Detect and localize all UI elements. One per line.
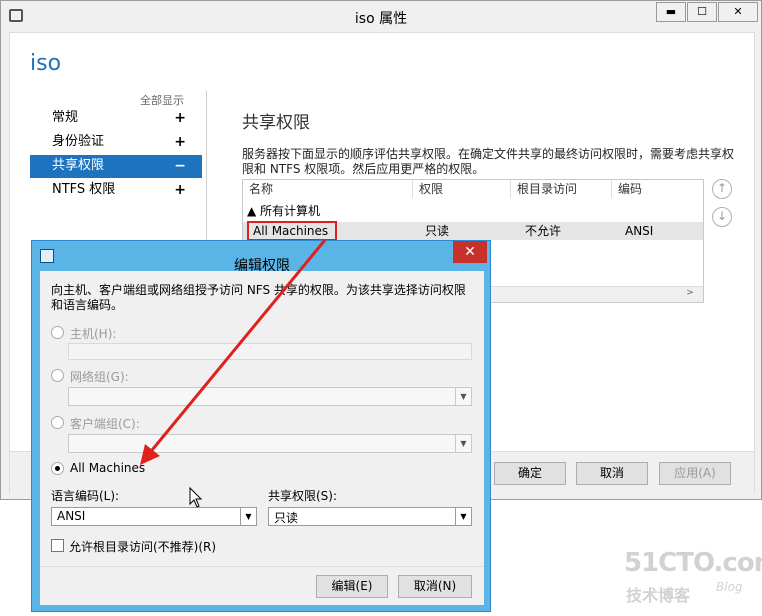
expand-icon: + <box>174 134 186 150</box>
chevron-down-icon: ▼ <box>455 388 471 405</box>
clientgroup-radio[interactable] <box>51 416 64 429</box>
row-encoding: ANSI <box>625 224 654 238</box>
minimize-button[interactable]: ▬ <box>656 2 686 22</box>
row-root-access: 不允许 <box>525 224 562 238</box>
sidebar-item-label: 身份验证 <box>52 134 105 149</box>
row-highlight-annotation <box>247 221 337 241</box>
chevron-down-icon: ▼ <box>240 508 256 525</box>
sidebar-item-label: 共享权限 <box>52 158 105 173</box>
sidebar-item-label: 常规 <box>52 110 79 125</box>
expand-icon: + <box>174 110 186 126</box>
sidebar-item-share-permissions[interactable]: 共享权限 − <box>30 155 202 178</box>
divider <box>40 566 484 567</box>
chevron-down-icon: ▼ <box>455 435 471 452</box>
host-label: 主机(H): <box>70 327 117 341</box>
allow-root-label: 允许根目录访问(不推荐)(R) <box>69 540 217 554</box>
encoding-value: ANSI <box>57 509 86 523</box>
watermark-logo: 51CTO.com <box>624 548 762 578</box>
scroll-right-icon[interactable]: > <box>679 288 701 302</box>
all-machines-label: All Machines <box>70 461 146 475</box>
window-title: iso 属性 <box>354 11 408 27</box>
dialog-body: 向主机、客户端组或网络组授予访问 NFS 共享的权限。为该共享选择访问权限和语言… <box>40 271 484 605</box>
dialog-cancel-button[interactable]: 取消(N) <box>398 575 472 598</box>
host-radio[interactable] <box>51 326 64 339</box>
maximize-button[interactable]: ☐ <box>687 2 717 22</box>
group-header[interactable]: ▲ 所有计算机 <box>247 202 320 219</box>
dialog-close-button[interactable]: ✕ <box>453 241 487 263</box>
section-title: 共享权限 <box>242 113 310 133</box>
share-heading: iso <box>30 51 62 76</box>
sidebar-item-ntfs-permissions[interactable]: NTFS 权限 + <box>30 179 202 202</box>
close-button[interactable]: ✕ <box>718 2 758 22</box>
move-down-icon[interactable]: ↓ <box>712 207 732 227</box>
clientgroup-combo[interactable]: ▼ <box>68 434 472 453</box>
watermark-subtitle: 技术博客 <box>626 586 691 605</box>
chevron-down-icon: ▼ <box>455 508 471 525</box>
netgroup-radio[interactable] <box>51 369 64 382</box>
share-permission-label: 共享权限(S): <box>268 489 338 503</box>
encoding-select[interactable]: ANSI ▼ <box>51 507 257 526</box>
all-machines-radio[interactable] <box>51 462 64 475</box>
column-header-name[interactable]: 名称 <box>243 180 413 198</box>
column-header-encoding[interactable]: 编码 <box>612 180 703 198</box>
allow-root-checkbox[interactable] <box>51 539 64 552</box>
move-up-icon[interactable]: ↑ <box>712 179 732 199</box>
cancel-button[interactable]: 取消 <box>576 462 648 485</box>
sidebar-item-general[interactable]: 常规 + <box>30 107 202 130</box>
title-bar: iso 属性 ▬ ☐ ✕ <box>1 1 761 32</box>
apply-button[interactable]: 应用(A) <box>659 462 731 485</box>
column-header-root-access[interactable]: 根目录访问 <box>511 180 612 198</box>
section-description: 服务器按下面显示的顺序评估共享权限。在确定文件共享的最终访问权限时，需要考虑共享… <box>242 147 735 176</box>
row-permission: 只读 <box>425 224 450 238</box>
host-input[interactable] <box>68 343 472 360</box>
share-permission-select[interactable]: 只读 ▼ <box>268 507 472 526</box>
edit-permissions-dialog: 编辑权限 ✕ 向主机、客户端组或网络组授予访问 NFS 共享的权限。为该共享选择… <box>31 240 491 612</box>
clientgroup-label: 客户端组(C): <box>70 417 140 431</box>
collapse-icon: − <box>174 158 186 174</box>
sidebar-item-authentication[interactable]: 身份验证 + <box>30 131 202 154</box>
netgroup-label: 网络组(G): <box>70 370 129 384</box>
expand-icon: + <box>174 182 186 198</box>
edit-button[interactable]: 编辑(E) <box>316 575 388 598</box>
watermark-blog: Blog <box>716 580 743 594</box>
dialog-description: 向主机、客户端组或网络组授予访问 NFS 共享的权限。为该共享选择访问权限和语言… <box>51 283 466 312</box>
ok-button[interactable]: 确定 <box>494 462 566 485</box>
column-header-permission[interactable]: 权限 <box>413 180 511 198</box>
netgroup-combo[interactable]: ▼ <box>68 387 472 406</box>
share-permission-value: 只读 <box>274 511 299 525</box>
show-all-link[interactable]: 全部显示 <box>140 92 184 108</box>
encoding-label: 语言编码(L): <box>51 489 120 503</box>
sidebar-item-label: NTFS 权限 <box>52 182 116 197</box>
